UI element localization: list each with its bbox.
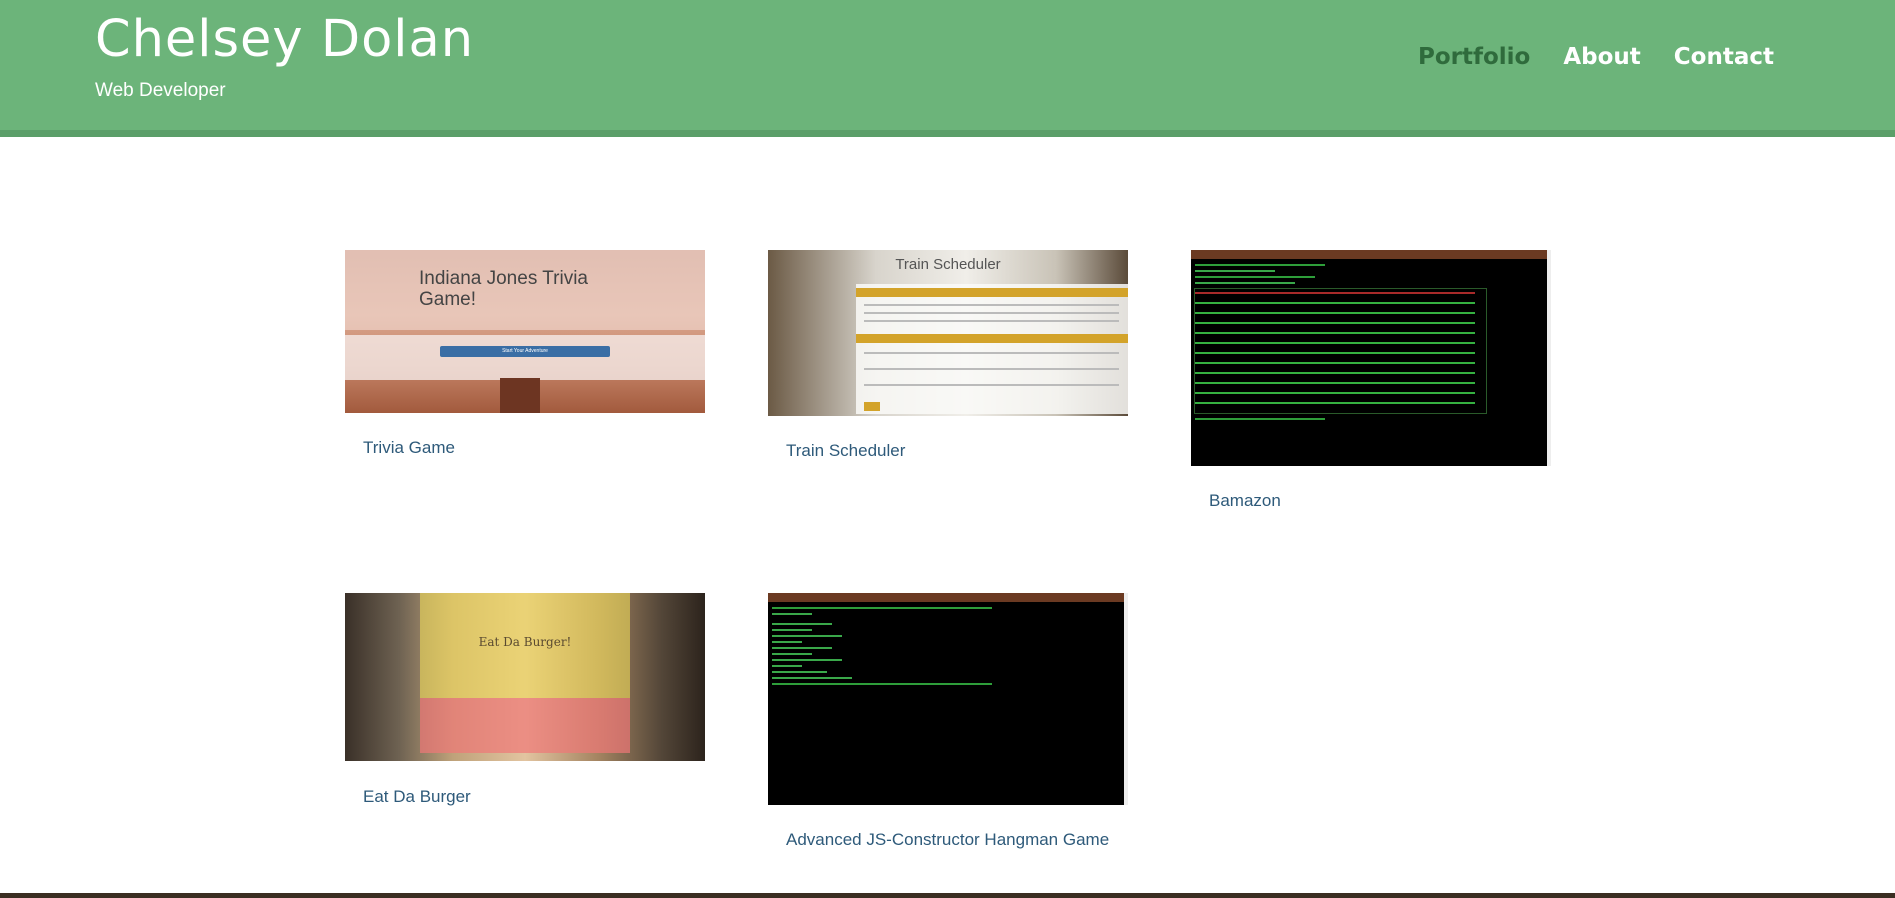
project-thumbnail-bamazon[interactable] [1191, 250, 1551, 466]
trivia-screenshot-button: Start Your Adventure [440, 346, 610, 357]
project-thumbnail-hangman[interactable] [768, 593, 1128, 805]
site-header: Chelsey Dolan Web Developer Portfolio Ab… [0, 0, 1895, 137]
project-link-trivia[interactable]: Trivia Game [363, 438, 455, 458]
project-thumbnail-trivia[interactable]: Indiana Jones Trivia Game! Start Your Ad… [345, 250, 705, 413]
nav-portfolio[interactable]: Portfolio [1418, 44, 1530, 70]
project-link-bamazon[interactable]: Bamazon [1209, 491, 1281, 511]
train-screenshot-title: Train Scheduler [895, 256, 1001, 273]
project-link-train[interactable]: Train Scheduler [786, 441, 905, 461]
nav-about[interactable]: About [1563, 44, 1640, 70]
main-nav: Portfolio About Contact [1418, 44, 1774, 70]
nav-contact[interactable]: Contact [1674, 44, 1774, 70]
project-link-burger[interactable]: Eat Da Burger [363, 787, 471, 807]
project-link-hangman[interactable]: Advanced JS-Constructor Hangman Game [786, 830, 1109, 850]
trivia-screenshot-title: Indiana Jones Trivia Game! [419, 268, 588, 310]
site-title: Chelsey Dolan [95, 10, 475, 69]
burger-screenshot-title: Eat Da Burger! [478, 635, 572, 649]
site-footer [0, 893, 1895, 898]
project-thumbnail-train[interactable]: Train Scheduler [768, 250, 1128, 416]
project-thumbnail-burger[interactable]: Eat Da Burger! [345, 593, 705, 761]
site-tagline: Web Developer [95, 80, 226, 101]
